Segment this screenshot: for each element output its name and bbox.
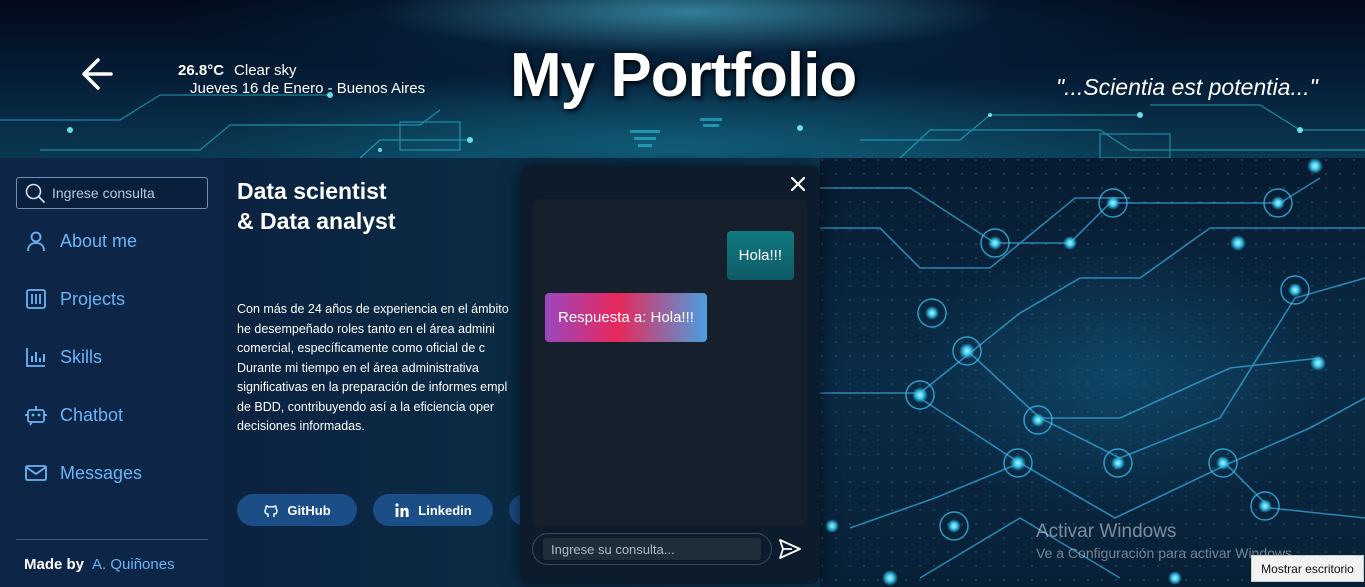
sidebar-item-messages[interactable]: Messages xyxy=(24,458,142,488)
chat-message-bot: Respuesta a: Hola!!! xyxy=(545,293,707,342)
bio-text: Con más de 24 años de experiencia en el … xyxy=(237,300,527,437)
weather-date-location: Jueves 16 de Enero - Buenos Aires xyxy=(190,80,426,97)
linkedin-icon xyxy=(395,503,409,517)
sidebar-item-label: Skills xyxy=(60,346,103,367)
weather-widget: 26.8°C Clear sky Jueves 16 de Enero - Bue… xyxy=(178,62,425,98)
bio-line: Durante mi tiempo en el área administrat… xyxy=(237,360,479,375)
page-header: 26.8°C Clear sky Jueves 16 de Enero - Bue… xyxy=(0,0,1365,158)
sidebar-item-label: Messages xyxy=(60,462,143,483)
made-by-label: Made by xyxy=(24,556,85,573)
chatbot-window: Hola!!! Respuesta a: Hola!!! xyxy=(520,166,820,584)
back-arrow-icon[interactable] xyxy=(78,56,114,92)
sidebar-item-chatbot[interactable]: Chatbot xyxy=(24,400,123,430)
sidebar-search[interactable] xyxy=(16,177,208,209)
page-title: My Portfolio xyxy=(510,41,857,110)
sidebar-item-skills[interactable]: Skills xyxy=(24,342,102,372)
role-title-line1: Data scientist xyxy=(237,178,387,204)
send-icon[interactable] xyxy=(778,538,802,560)
windows-activation-title: Activar Windows xyxy=(1036,521,1177,542)
robot-icon xyxy=(24,403,48,427)
sidebar: About me Projects Skills Chatbot Message… xyxy=(0,158,224,587)
role-title-line2: & Data analyst xyxy=(237,208,396,234)
bar-chart-icon xyxy=(24,345,48,369)
search-input[interactable] xyxy=(52,185,202,201)
mail-icon xyxy=(24,461,48,485)
chat-input-container xyxy=(532,533,772,565)
show-desktop-button[interactable]: Mostrar escritorio xyxy=(1251,555,1364,582)
linkedin-button-label: Linkedin xyxy=(418,502,472,518)
author-link[interactable]: A. Quiñones xyxy=(92,556,175,573)
github-button-label: GitHub xyxy=(287,502,331,518)
bio-line: de BDD, contribuyendo así a la eficienci… xyxy=(237,399,495,414)
close-icon[interactable] xyxy=(788,174,808,194)
sidebar-item-label: Projects xyxy=(60,288,126,309)
sidebar-item-projects[interactable]: Projects xyxy=(24,284,125,314)
search-icon xyxy=(25,183,45,203)
github-button[interactable]: GitHub xyxy=(237,494,357,526)
weather-temperature: 26.8°C xyxy=(178,62,225,79)
weather-condition: Clear sky xyxy=(234,62,297,79)
chat-messages-area: Hola!!! Respuesta a: Hola!!! xyxy=(532,199,807,527)
github-icon xyxy=(264,505,279,517)
sidebar-divider xyxy=(16,539,208,540)
chat-input[interactable] xyxy=(543,538,761,560)
header-motto: "...Scientia est potentia..." xyxy=(1056,74,1318,100)
chat-message-user: Hola!!! xyxy=(726,231,794,280)
bio-line: he desempeñado roles tanto en el área ad… xyxy=(237,321,495,336)
made-by-credit: Made by A. Quiñones xyxy=(24,556,175,573)
linkedin-button[interactable]: Linkedin xyxy=(373,494,493,526)
bio-line: significativas en la preparación de info… xyxy=(237,380,508,394)
sidebar-item-label: Chatbot xyxy=(60,404,124,425)
bio-line: Con más de 24 años de experiencia en el … xyxy=(237,302,509,316)
bio-line: comercial, específicamente como oficial … xyxy=(237,341,486,355)
sidebar-item-label: About me xyxy=(60,230,138,251)
role-title: Data scientist & Data analyst xyxy=(237,176,396,236)
sidebar-item-about-me[interactable]: About me xyxy=(24,226,137,256)
user-icon xyxy=(24,229,48,253)
bio-line: decisiones informadas. xyxy=(237,419,365,433)
projects-icon xyxy=(24,287,48,311)
